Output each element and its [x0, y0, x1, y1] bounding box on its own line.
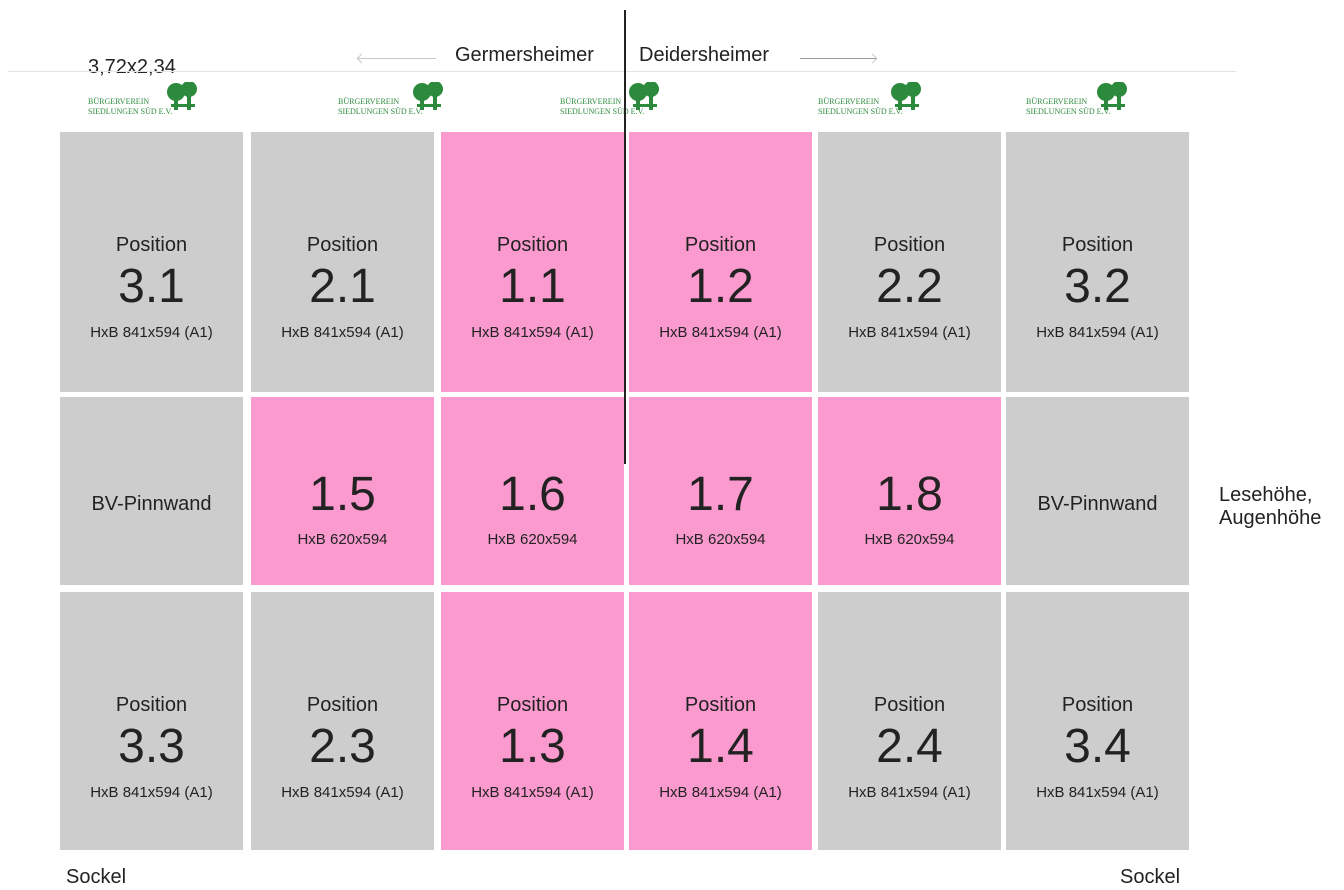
panel-2-4: Position 2.4 HxB 841x594 (A1) [818, 592, 1001, 850]
logo-line1: BÜRGERVEREIN [88, 97, 150, 106]
panel-size: HxB 841x594 (A1) [1036, 324, 1159, 341]
panel-size: HxB 841x594 (A1) [1036, 784, 1159, 801]
panel-2-3: Position 2.3 HxB 841x594 (A1) [251, 592, 434, 850]
panel-size: HxB 841x594 (A1) [659, 784, 782, 801]
panel-label: Position [1061, 694, 1134, 716]
panel-size: HxB 841x594 (A1) [281, 324, 404, 341]
panel-size: HxB 841x594 (A1) [848, 784, 971, 801]
arrow-right [800, 58, 876, 59]
logo-4: BÜRGERVEREIN SIEDLUNGEN SÜD E.V. [818, 82, 978, 122]
panel-number: 3.1 [118, 260, 185, 313]
panel-label: Position [684, 694, 757, 716]
panel-1-7: 1.7 HxB 620x594 [629, 397, 812, 585]
logo-line2: SIEDLUNGEN SÜD E.V. [338, 107, 423, 116]
street-label-right: Deidersheimer [639, 44, 770, 66]
panel-label: Position [496, 234, 569, 256]
panel-size: HxB 841x594 (A1) [848, 324, 971, 341]
panel-size: HxB 841x594 (A1) [659, 324, 782, 341]
panel-number: 1.5 [309, 468, 376, 521]
panel-number: 1.6 [499, 468, 566, 521]
sockel-left: Sockel [66, 866, 127, 888]
panel-1-8: 1.8 HxB 620x594 [818, 397, 1001, 585]
street-label-left: Germersheimer [455, 44, 594, 66]
panel-size: HxB 841x594 (A1) [471, 324, 594, 341]
pinnwand-left: BV-Pinnwand [60, 397, 243, 585]
panel-label: Position [684, 234, 757, 256]
panel-number: 3.4 [1064, 720, 1131, 773]
dimensions-label: 3,72x2,34 [88, 56, 176, 78]
pinnwand-right: BV-Pinnwand [1006, 397, 1189, 585]
tree-house-icon [413, 82, 443, 110]
logo-line1: BÜRGERVEREIN [560, 97, 622, 106]
panel-number: 2.4 [876, 720, 943, 773]
panel-size: HxB 841x594 (A1) [90, 324, 213, 341]
center-divider-line [624, 10, 626, 464]
panel-label: Position [306, 234, 379, 256]
logo-5: BÜRGERVEREIN SIEDLUNGEN SÜD E.V. [1026, 82, 1186, 122]
tree-house-icon [629, 82, 659, 110]
logo-1: BÜRGERVEREIN SIEDLUNGEN SÜD E.V. [88, 82, 248, 122]
logo-line1: BÜRGERVEREIN [338, 97, 400, 106]
panel-number: 1.2 [687, 260, 754, 313]
panel-size: HxB 620x594 [487, 531, 578, 548]
panel-label: Position [306, 694, 379, 716]
panel-number: 2.3 [309, 720, 376, 773]
panel-size: HxB 620x594 [675, 531, 766, 548]
panel-size: HxB 841x594 (A1) [471, 784, 594, 801]
panel-number: 3.3 [118, 720, 185, 773]
panel-size: HxB 620x594 [297, 531, 388, 548]
panel-number: 1.3 [499, 720, 566, 773]
panel-size: HxB 620x594 [864, 531, 955, 548]
logo-3: BÜRGERVEREIN SIEDLUNGEN SÜD E.V. [560, 82, 720, 122]
panel-3-3: Position 3.3 HxB 841x594 (A1) [60, 592, 243, 850]
logo-line1: BÜRGERVEREIN [818, 97, 880, 106]
panel-label: Position [1061, 234, 1134, 256]
panel-number: 2.2 [876, 260, 943, 313]
panel-1-4: Position 1.4 HxB 841x594 (A1) [629, 592, 812, 850]
panel-number: 3.2 [1064, 260, 1131, 313]
panel-3-4: Position 3.4 HxB 841x594 (A1) [1006, 592, 1189, 850]
logo-line2: SIEDLUNGEN SÜD E.V. [88, 107, 173, 116]
panel-label: Position [115, 694, 188, 716]
arrow-left [358, 58, 436, 59]
panel-1-5: 1.5 HxB 620x594 [251, 397, 434, 585]
eye-height-label: Augenhöhe [1219, 507, 1322, 529]
tree-house-icon [891, 82, 921, 110]
panel-number: 1.4 [687, 720, 754, 773]
panel-number: 1.7 [687, 468, 754, 521]
pinnwand-label: BV-Pinnwand [1037, 493, 1158, 515]
panel-label: Position [115, 234, 188, 256]
panel-label: Position [496, 694, 569, 716]
panel-number: 1.1 [499, 260, 566, 313]
panel-label: Position [873, 234, 946, 256]
sockel-right: Sockel [1120, 866, 1181, 888]
logo-line1: BÜRGERVEREIN [1026, 97, 1088, 106]
panel-2-1: Position 2.1 HxB 841x594 (A1) [251, 132, 434, 392]
panel-1-1: Position 1.1 HxB 841x594 (A1) [441, 132, 624, 392]
panel-3-2: Position 3.2 HxB 841x594 (A1) [1006, 132, 1189, 392]
pinnwand-label: BV-Pinnwand [91, 493, 212, 515]
tree-house-icon [1097, 82, 1127, 110]
panel-1-2: Position 1.2 HxB 841x594 (A1) [629, 132, 812, 392]
panel-number: 1.8 [876, 468, 943, 521]
panel-1-3: Position 1.3 HxB 841x594 (A1) [441, 592, 624, 850]
reading-height-label: Lesehöhe, [1219, 484, 1313, 506]
panel-size: HxB 841x594 (A1) [281, 784, 404, 801]
logo-2: BÜRGERVEREIN SIEDLUNGEN SÜD E.V. [338, 82, 498, 122]
panel-2-2: Position 2.2 HxB 841x594 (A1) [818, 132, 1001, 392]
panel-size: HxB 841x594 (A1) [90, 784, 213, 801]
top-rule [8, 71, 1236, 72]
panel-3-1: Position 3.1 HxB 841x594 (A1) [60, 132, 243, 392]
tree-house-icon [167, 82, 197, 110]
panel-1-6: 1.6 HxB 620x594 [441, 397, 624, 585]
panel-number: 2.1 [309, 260, 376, 313]
panel-label: Position [873, 694, 946, 716]
